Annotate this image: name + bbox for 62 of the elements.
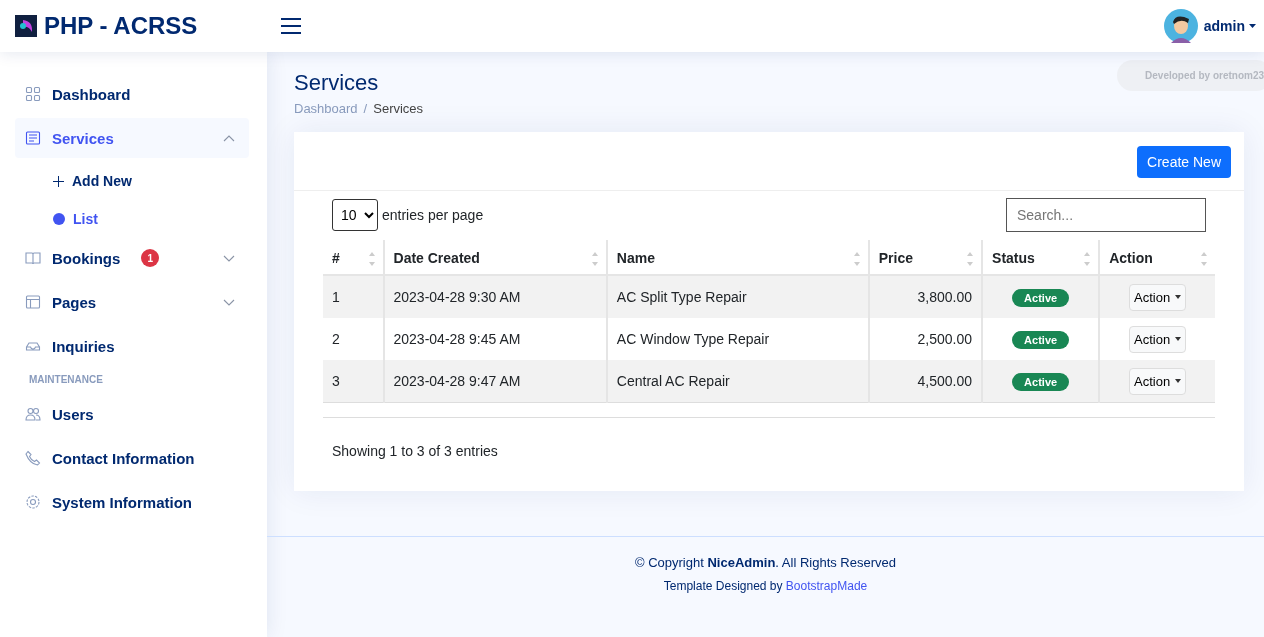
entries-info: Showing 1 to 3 of 3 entries	[323, 417, 1215, 459]
page-title: Services	[294, 70, 379, 96]
menu-icon[interactable]	[280, 17, 302, 35]
table-cell: 3	[323, 360, 384, 403]
page-size-select[interactable]: 10	[332, 199, 378, 231]
sort-icon	[591, 252, 598, 266]
plus-icon	[53, 175, 64, 187]
nav-item[interactable]: Pages	[15, 282, 249, 322]
breadcrumb-current: Services	[373, 101, 424, 116]
search-field[interactable]: Search...	[1006, 198, 1206, 232]
caret-icon	[1175, 295, 1182, 299]
entries-label: entries per page	[382, 207, 484, 223]
submenu-item[interactable]: Add New	[15, 162, 249, 200]
dot-icon	[53, 213, 65, 225]
credits-text: Template Designed by	[663, 579, 783, 593]
caret-icon	[1249, 24, 1256, 28]
breadcrumb-separator: /	[363, 101, 368, 116]
nav-item[interactable]: Users	[15, 394, 249, 434]
layout-icon	[25, 294, 41, 310]
table-cell: 2023-04-28 9:47 AM	[383, 360, 607, 403]
nav-item[interactable]: Inquiries	[15, 326, 249, 366]
credit-pill: Developed by oretnom23	[1117, 60, 1264, 91]
section-heading: MAINTENANCE	[28, 373, 104, 387]
gear-icon	[25, 494, 41, 510]
sort-icon	[1201, 252, 1207, 266]
create-new-button[interactable]: Create New	[1137, 146, 1231, 178]
status-badge: Active	[1012, 373, 1070, 391]
book-icon	[25, 250, 41, 266]
phone-icon	[25, 450, 41, 466]
nav-item[interactable]: Services	[15, 118, 249, 158]
user-menu[interactable]: admin	[1203, 18, 1256, 34]
count-badge: 1	[141, 249, 160, 267]
table-cell: 2023-04-28 9:30 AM	[383, 275, 607, 318]
sort-icon	[1084, 252, 1091, 266]
table-cell: 4,500.00	[868, 360, 983, 403]
table-cell: Central AC Repair	[606, 360, 869, 403]
sort-icon	[368, 252, 375, 266]
avatar-icon[interactable]	[1163, 9, 1198, 43]
table-cell: 3,800.00	[868, 275, 983, 318]
sort-icon	[853, 252, 860, 266]
logo-icon	[15, 15, 37, 37]
services-icon	[25, 130, 41, 146]
brand-name[interactable]: PHP - ACRSS	[44, 12, 198, 40]
caret-icon	[1175, 379, 1182, 383]
nav-item[interactable]: Contact Information	[15, 438, 249, 478]
action-dropdown[interactable]: Action	[1129, 283, 1187, 311]
action-dropdown[interactable]: Action	[1129, 325, 1187, 353]
table-cell: AC Split Type Repair	[606, 275, 869, 318]
table-cell: 1	[323, 275, 384, 318]
nav-item[interactable]: System Information	[15, 482, 249, 522]
submenu-item[interactable]: List	[15, 200, 249, 238]
nav-item[interactable]: Bookings 1	[15, 238, 249, 278]
action-dropdown[interactable]: Action	[1129, 367, 1187, 395]
copyright-text: © Copyright NiceAdmin. All Rights Reserved	[634, 555, 897, 570]
caret-icon	[1175, 337, 1182, 341]
nav-item[interactable]: Dashboard	[15, 74, 249, 114]
status-badge: Active	[1012, 331, 1070, 349]
designer-link[interactable]: BootstrapMade	[785, 579, 868, 593]
users-icon	[25, 406, 41, 422]
status-badge: Active	[1012, 289, 1070, 307]
grid-icon	[25, 86, 41, 102]
sort-icon	[967, 252, 974, 266]
